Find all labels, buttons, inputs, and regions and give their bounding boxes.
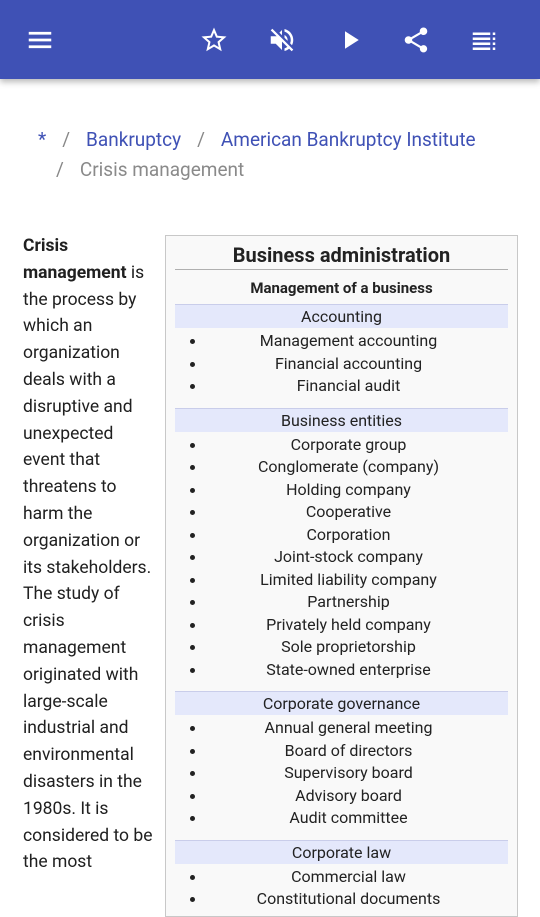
list-link[interactable]: Corporate group xyxy=(291,435,407,454)
breadcrumb-separator: / xyxy=(62,128,71,151)
list-item: Corporate group xyxy=(166,434,517,457)
section-heading-corporate-governance[interactable]: Corporate governance xyxy=(175,691,508,715)
infobox-subtitle: Management of a business xyxy=(175,269,508,299)
section-heading-accounting[interactable]: Accounting xyxy=(175,304,508,328)
list-link[interactable]: Privately held company xyxy=(266,615,431,634)
list-link[interactable]: Joint-stock company xyxy=(274,547,423,566)
list-item: Constitutional documents xyxy=(166,888,517,911)
bullet xyxy=(190,339,195,344)
list-link[interactable]: Financial audit xyxy=(297,376,401,395)
volume-off-icon[interactable] xyxy=(264,22,300,58)
bullet xyxy=(190,442,195,448)
list-link[interactable]: Commercial law xyxy=(291,867,406,886)
list-item: Sole proprietorship xyxy=(166,636,517,659)
list-link[interactable]: Corporation xyxy=(307,525,391,544)
list-link[interactable]: Audit committee xyxy=(289,808,407,827)
breadcrumb-root[interactable]: * xyxy=(38,128,46,151)
list-item: Financial accounting xyxy=(166,353,517,376)
list-item: Limited liability company xyxy=(166,569,517,592)
list-item: Board of directors xyxy=(166,740,517,763)
bullet xyxy=(190,645,195,650)
breadcrumb-bankruptcy[interactable]: Bankruptcy xyxy=(86,128,181,151)
bullet xyxy=(190,384,195,389)
list-link[interactable]: Management accounting xyxy=(260,331,437,350)
list-accounting: Management accounting Financial accounti… xyxy=(166,330,517,398)
list-link[interactable]: Advisory board xyxy=(295,786,402,805)
bullet xyxy=(190,748,195,754)
table-of-contents-icon[interactable] xyxy=(466,22,502,58)
bullet xyxy=(190,726,195,731)
breadcrumb-current: Crisis management xyxy=(79,158,245,181)
list-item: Privately held company xyxy=(166,614,517,637)
bullet xyxy=(190,600,195,605)
bullet xyxy=(190,622,195,628)
breadcrumb-separator: / xyxy=(197,128,205,151)
list-business-entities: Corporate group Conglomerate (company) H… xyxy=(166,434,517,682)
list-link[interactable]: Cooperative xyxy=(306,502,391,521)
list-item: Management accounting xyxy=(166,330,517,353)
list-link[interactable]: Board of directors xyxy=(285,741,413,760)
bullet xyxy=(190,510,195,515)
list-item: Joint-stock company xyxy=(166,546,517,569)
list-item: Corporation xyxy=(166,524,517,547)
bullet xyxy=(190,532,195,538)
list-corporate-governance: Annual general meeting Board of director… xyxy=(166,717,517,830)
bullet xyxy=(190,874,195,880)
bullet xyxy=(190,487,195,493)
list-link[interactable]: Conglomerate (company) xyxy=(258,457,439,476)
list-link[interactable]: Supervisory board xyxy=(284,763,413,782)
list-corporate-law: Commercial law Constitutional documents xyxy=(166,866,517,911)
bullet xyxy=(190,361,195,367)
list-item: Annual general meeting xyxy=(166,717,517,740)
bullet xyxy=(190,793,195,799)
list-link[interactable]: Financial accounting xyxy=(275,354,422,373)
list-link[interactable]: Holding company xyxy=(286,480,411,499)
list-link[interactable]: Annual general meeting xyxy=(265,718,433,737)
list-link[interactable]: Partnership xyxy=(307,592,389,611)
infobox-title: Business administration xyxy=(232,243,451,267)
bullet xyxy=(190,555,195,560)
bullet xyxy=(190,577,195,583)
infobox-business-administration: Business administration Management of a … xyxy=(165,235,518,917)
list-item: Advisory board xyxy=(166,785,517,808)
list-link[interactable]: Constitutional documents xyxy=(257,889,441,908)
section-heading-corporate-law[interactable]: Corporate law xyxy=(175,839,508,864)
bullet xyxy=(190,465,195,470)
article-text: is the process by which an organization … xyxy=(23,262,153,873)
breadcrumb-separator: / xyxy=(56,158,64,181)
list-item: Audit committee xyxy=(166,807,517,830)
list-item: State-owned enterprise xyxy=(166,659,517,682)
section-heading-business-entities[interactable]: Business entities xyxy=(175,407,508,432)
list-item: Cooperative xyxy=(166,501,517,524)
list-link[interactable]: Sole proprietorship xyxy=(281,637,416,656)
bullet xyxy=(190,667,195,673)
list-item: Commercial law xyxy=(166,866,517,889)
bullet xyxy=(190,771,195,776)
bullet xyxy=(190,816,195,821)
list-link[interactable]: Limited liability company xyxy=(260,570,437,589)
list-link[interactable]: State-owned enterprise xyxy=(266,660,431,679)
list-item: Partnership xyxy=(166,591,517,614)
share-icon[interactable] xyxy=(398,22,434,58)
article-term: Crisis management xyxy=(23,236,127,283)
app-toolbar xyxy=(0,0,540,79)
list-item: Financial audit xyxy=(166,375,517,398)
breadcrumb-american-bankruptcy-institute[interactable]: American Bankruptcy Institute xyxy=(221,128,476,151)
hamburger-menu-icon[interactable] xyxy=(22,22,58,58)
article-body: Crisis management is the process by whic… xyxy=(23,233,153,876)
list-item: Supervisory board xyxy=(166,762,517,785)
play-icon[interactable] xyxy=(332,22,368,58)
star-outline-icon[interactable] xyxy=(196,22,232,58)
list-item: Conglomerate (company) xyxy=(166,456,517,479)
list-item: Holding company xyxy=(166,479,517,502)
